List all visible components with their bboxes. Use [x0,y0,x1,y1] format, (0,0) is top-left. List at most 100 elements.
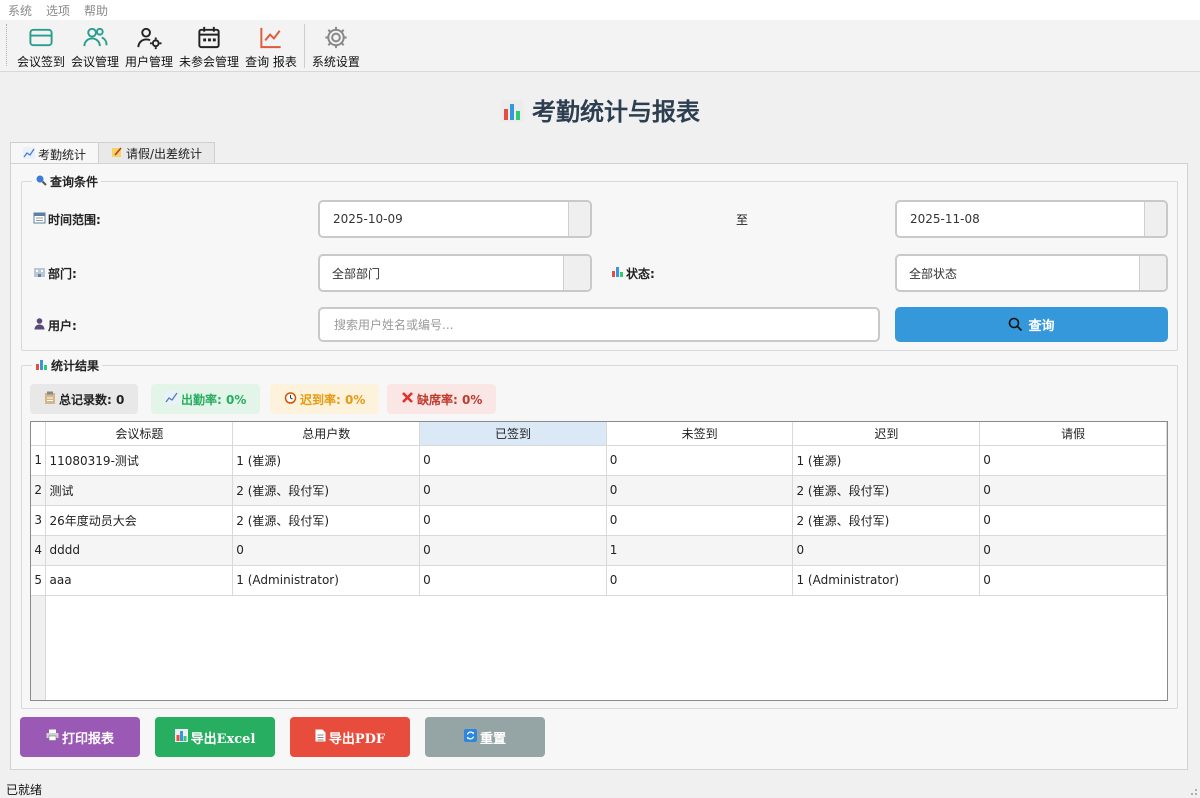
table-cell[interactable]: 0 [979,505,1167,536]
column-header[interactable]: 未签到 [606,422,794,446]
table-cell[interactable]: dddd [45,535,234,566]
table-cell[interactable]: 0 [979,475,1167,506]
column-header[interactable]: 迟到 [792,422,981,446]
column-header[interactable]: 会议标题 [45,422,234,446]
table-cell[interactable]: 0 [606,475,794,506]
user-gear-icon [137,27,162,50]
row-number[interactable]: 2 [31,475,47,506]
table-cell[interactable]: aaa [45,565,234,596]
row-number[interactable]: 4 [31,535,47,566]
table-cell[interactable]: 11080319-测试 [45,445,234,476]
row-number[interactable]: 3 [31,505,47,536]
dept-label: 部门: [33,265,77,281]
table-cell[interactable]: 0 [419,475,607,506]
table-cell[interactable]: 2 (崔源、段付军) [232,475,421,506]
time-range-label: 时间范围: [33,211,101,227]
table-cell[interactable]: 1 (Administrator) [232,565,421,596]
to-label: 至 [736,213,749,227]
table-row[interactable]: 3 26年度动员大会 2 (崔源、段付军) 0 0 2 (崔源、段付军) 0 [31,505,1167,536]
dept-select[interactable]: 全部部门 [318,254,592,292]
table-corner[interactable] [31,422,47,446]
table-cell[interactable]: 2 (崔源、段付军) [792,475,981,506]
toolbar-label: 未参会管理 [179,55,240,69]
column-header[interactable]: 已签到 [419,422,607,446]
bar-chart-icon [174,728,188,746]
table-cell[interactable]: 0 [419,535,607,566]
table-row[interactable]: 5 aaa 1 (Administrator) 0 0 1 (Administr… [31,565,1167,596]
table-cell[interactable]: 0 [606,565,794,596]
export-pdf-button[interactable]: 导出PDF [290,717,410,757]
absence-rate-stat: 缺席率: 0% [387,384,497,414]
menu-help[interactable]: 帮助 [84,2,108,19]
bar-chart-icon [35,358,48,374]
toolbar-grip[interactable] [6,24,8,66]
menu-system[interactable]: 系统 [8,2,32,19]
status-select[interactable]: 全部状态 [895,254,1168,292]
query-button[interactable]: 查询 [895,307,1168,342]
search-icon [1009,317,1023,332]
date-from-picker[interactable]: 2025-10-09 [318,200,592,238]
table-cell[interactable]: 2 (崔源、段付军) [232,505,421,536]
dept-text: 部门: [48,266,77,281]
toolbar-label: 会议管理 [71,55,120,69]
query-group-title: 查询条件 [32,173,102,190]
table-row[interactable]: 1 11080319-测试 1 (崔源) 0 0 1 (崔源) 0 [31,445,1167,476]
cross-icon [401,391,414,407]
date-to-dropdown[interactable] [1144,202,1166,236]
system-settings-button[interactable]: 系统设置 [309,20,363,70]
table-cell[interactable]: 0 [419,445,607,476]
row-number[interactable]: 5 [31,565,47,596]
column-header[interactable]: 请假 [979,422,1167,446]
table-cell[interactable]: 1 (崔源) [232,445,421,476]
table-cell[interactable]: 0 [792,535,981,566]
user-search-input[interactable] [318,307,880,342]
absence-rate-text: 缺席率: 0% [417,392,483,407]
table-cell[interactable]: 0 [419,565,607,596]
table-cell[interactable]: 26年度动员大会 [45,505,234,536]
meeting-manage-button[interactable]: 会议管理 [68,20,122,70]
table-cell[interactable]: 0 [419,505,607,536]
export-excel-button[interactable]: 导出Excel [155,717,275,757]
table-cell[interactable]: 1 [606,535,794,566]
reset-button[interactable]: 重置 [425,717,545,757]
dept-dropdown[interactable] [563,256,590,290]
table-cell[interactable]: 0 [232,535,421,566]
status-bar: 已就绪 [0,780,1200,798]
document-icon [315,729,326,746]
table-cell[interactable]: 0 [979,535,1167,566]
tab-leave-stats[interactable]: 请假/出差统计 [98,142,216,164]
query-report-button[interactable]: 查询 报表 [242,20,300,70]
attendance-rate-stat: 出勤率: 0% [151,384,261,414]
date-to-value: 2025-11-08 [910,212,980,226]
table-cell[interactable]: 2 (崔源、段付军) [792,505,981,536]
resize-grip-icon[interactable] [1188,786,1198,796]
date-from-value: 2025-10-09 [333,212,403,226]
reset-label: 重置 [479,731,506,747]
date-from-dropdown[interactable] [568,202,590,236]
table-cell[interactable]: 1 (崔源) [792,445,981,476]
absent-manage-button[interactable]: 未参会管理 [176,20,242,70]
table-cell[interactable]: 0 [979,565,1167,596]
status-dropdown[interactable] [1139,256,1166,290]
table-row[interactable]: 4 dddd 0 0 1 0 0 [31,535,1167,566]
print-report-button[interactable]: 打印报表 [20,717,140,757]
toolbar-label: 会议签到 [17,55,66,69]
print-report-label: 打印报表 [61,731,114,747]
menu-options[interactable]: 选项 [46,2,70,19]
table-row[interactable]: 2 测试 2 (崔源、段付军) 0 0 2 (崔源、段付军) 0 [31,475,1167,506]
table-cell[interactable]: 0 [606,445,794,476]
table-cell[interactable]: 1 (Administrator) [792,565,981,596]
table-header-row: 会议标题 总用户数 已签到 未签到 迟到 请假 [31,422,1167,446]
column-header[interactable]: 总用户数 [232,422,421,446]
meeting-checkin-button[interactable]: 会议签到 [14,20,68,70]
table-cell[interactable]: 0 [606,505,794,536]
tab-attendance-stats[interactable]: 考勤统计 [10,142,100,165]
card-icon [29,28,53,47]
user-manage-button[interactable]: 用户管理 [122,20,176,70]
query-group-label: 查询条件 [50,175,99,189]
results-table[interactable]: 会议标题 总用户数 已签到 未签到 迟到 请假 1 11080319-测试 1 … [30,421,1168,701]
table-cell[interactable]: 测试 [45,475,234,506]
row-number[interactable]: 1 [31,445,47,476]
table-cell[interactable]: 0 [979,445,1167,476]
date-to-picker[interactable]: 2025-11-08 [895,200,1168,238]
